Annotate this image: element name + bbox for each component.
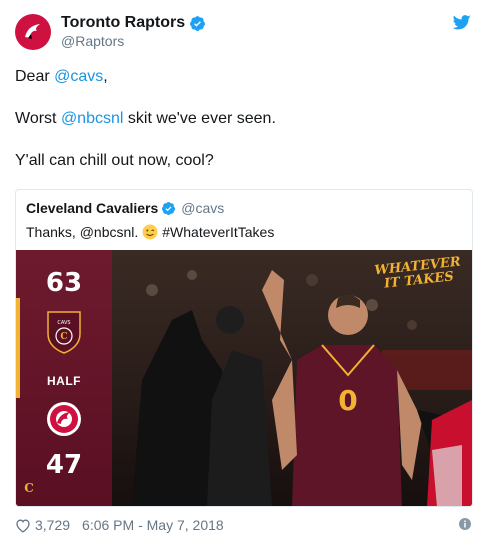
- cavs-logo-mark: C: [60, 332, 67, 342]
- twitter-bird-icon[interactable]: [452, 15, 471, 35]
- mention-link-cavs[interactable]: @cavs: [54, 68, 103, 85]
- text-fragment: skit we've ever seen.: [123, 110, 276, 127]
- cavaliers-logo-icon: CAVS C: [44, 308, 84, 359]
- info-icon[interactable]: [459, 518, 471, 530]
- verified-badge-icon: [189, 15, 206, 32]
- tweet-line-1: Dear @cavs,: [15, 66, 475, 88]
- text-fragment: Worst: [15, 110, 61, 127]
- verified-badge-icon: [161, 201, 176, 216]
- quoted-text-before: Thanks, @nbcsnl.: [26, 224, 139, 240]
- tweet-line-2: Worst @nbcsnl skit we've ever seen.: [15, 108, 475, 130]
- heart-icon[interactable]: [15, 518, 31, 533]
- svg-text:C: C: [24, 481, 34, 495]
- quoted-handle[interactable]: @cavs: [181, 200, 224, 216]
- tweet-text: Dear @cavs, Worst @nbcsnl skit we've eve…: [15, 66, 475, 192]
- embedded-tweet: Toronto Raptors @Raptors Dear @cavs, Wor…: [0, 0, 487, 541]
- quoted-media-image[interactable]: 63 CAVS C HALF 47 C 0 WHATEVER IT TAKES: [16, 250, 472, 506]
- home-score: 63: [45, 268, 83, 298]
- mention-link-nbcsnl[interactable]: @nbcsnl: [61, 110, 124, 127]
- text-fragment: ,: [103, 68, 108, 85]
- tweet-footer: 3,729 6:06 PM - May 7, 2018: [15, 516, 224, 534]
- quoted-display-name[interactable]: Cleveland Cavaliers: [26, 200, 158, 216]
- scoreboard-panel: 63 CAVS C HALF 47 C: [16, 250, 112, 506]
- cavs-logo-text: CAVS: [57, 320, 70, 326]
- tweet-timestamp[interactable]: 6:06 PM - May 7, 2018: [82, 516, 224, 534]
- quoted-tweet-text: Thanks, @nbcsnl. #WhateverItTakes: [26, 223, 274, 241]
- hashtag-link[interactable]: #WhateverItTakes: [162, 223, 274, 241]
- like-count[interactable]: 3,729: [35, 516, 70, 534]
- author-handle[interactable]: @Raptors: [61, 32, 206, 50]
- period-label: HALF: [47, 374, 81, 388]
- quoted-tweet-author[interactable]: Cleveland Cavaliers @cavs: [26, 200, 224, 216]
- raptors-logo-icon: [19, 18, 47, 46]
- raptors-logo-icon: [45, 400, 83, 443]
- text-fragment: Dear: [15, 68, 55, 85]
- game-photo: 0 WHATEVER IT TAKES: [112, 250, 472, 506]
- away-score: 47: [45, 450, 83, 480]
- jersey-number: 0: [338, 384, 357, 417]
- quoted-tweet[interactable]: Cleveland Cavaliers @cavs Thanks, @nbcsn…: [15, 189, 473, 507]
- winking-face-emoji-icon: [142, 224, 158, 240]
- avatar[interactable]: [15, 14, 51, 50]
- cavs-c-icon: C: [22, 480, 36, 501]
- tweet-line-3: Y'all can chill out now, cool?: [15, 152, 214, 169]
- author-display-name[interactable]: Toronto Raptors: [61, 14, 185, 32]
- tweet-author[interactable]: Toronto Raptors @Raptors: [15, 14, 206, 50]
